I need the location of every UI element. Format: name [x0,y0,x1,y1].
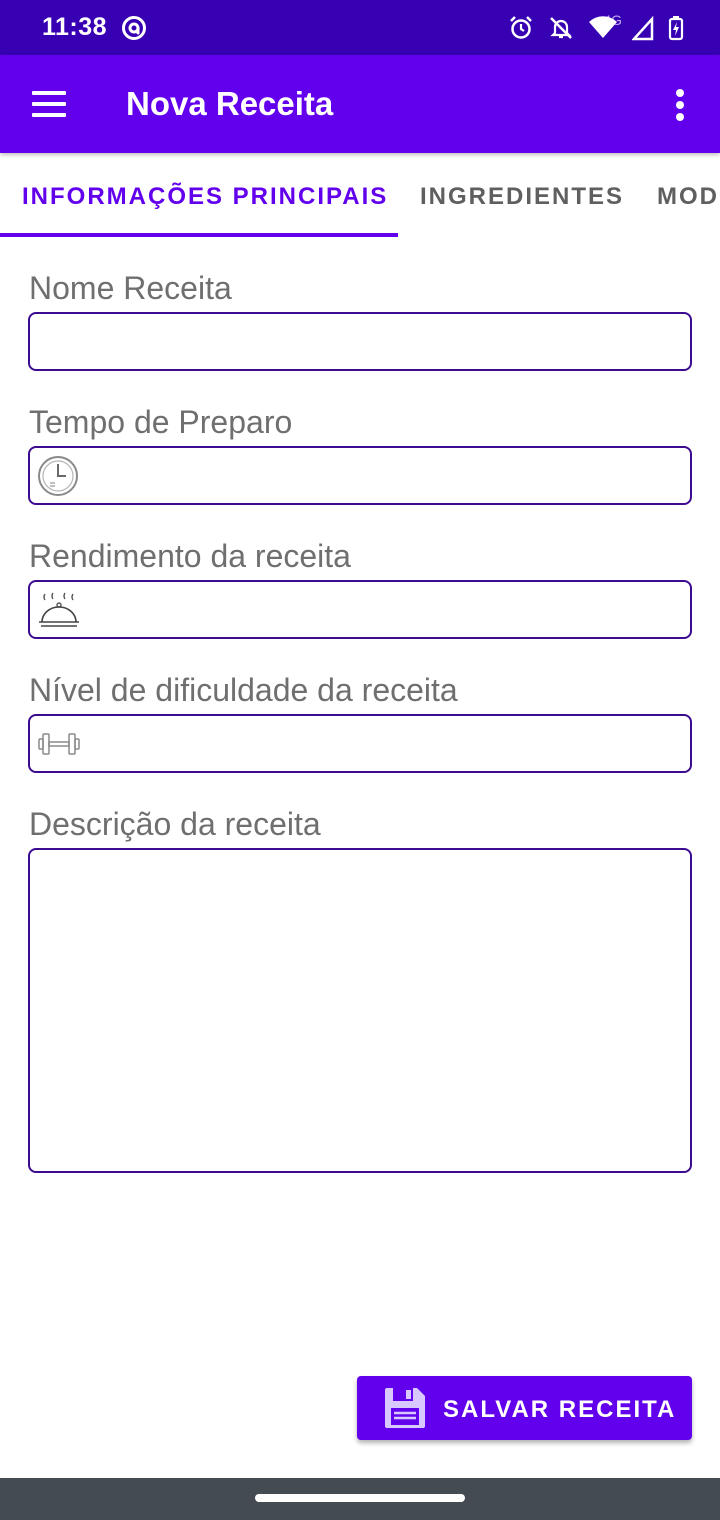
yield-label: Rendimento da receita [29,538,351,574]
dumbbell-icon [38,732,80,755]
battery-charging-icon [668,16,684,41]
tab-ingredientes[interactable]: INGREDIENTES [420,183,624,211]
tab-bar: INFORMAÇÕES PRINCIPAIS INGREDIENTES MODO [0,153,720,237]
serving-dish-icon [39,592,79,627]
floppy-disk-icon [385,1388,425,1428]
page-title: Nova Receita [126,85,334,122]
save-recipe-label: SALVAR RECEITA [443,1396,677,1423]
cell-signal-icon [632,15,654,41]
at-sign-icon [122,16,146,40]
status-icons [508,14,684,42]
app-bar: Nova Receita [0,55,720,153]
hamburger-menu-icon[interactable] [20,79,78,129]
save-recipe-button[interactable]: SALVAR RECEITA [357,1376,692,1440]
notifications-off-icon [550,17,572,39]
tab-informacoes-principais[interactable]: INFORMAÇÕES PRINCIPAIS [22,183,388,211]
description-label: Descrição da receita [29,806,321,842]
clock-icon [38,455,78,496]
more-vert-icon[interactable] [660,81,700,129]
status-time: 11:38 [42,13,108,41]
tab-modo[interactable]: MODO [657,183,720,211]
wifi-icon [589,16,617,38]
description-textarea[interactable] [28,848,692,1173]
yield-input[interactable] [28,580,692,639]
active-tab-indicator [0,233,398,237]
status-bar: 11:38 4G [0,0,720,55]
difficulty-label: Nível de dificuldade da receita [29,672,458,708]
home-gesture-handle[interactable] [255,1494,465,1502]
system-navigation-bar [0,1478,720,1520]
difficulty-input[interactable] [28,714,692,773]
prep-time-input[interactable] [28,446,692,505]
name-label: Nome Receita [29,270,232,306]
name-input[interactable] [28,312,692,371]
prep-time-label: Tempo de Preparo [29,404,293,440]
alarm-icon [510,16,532,39]
